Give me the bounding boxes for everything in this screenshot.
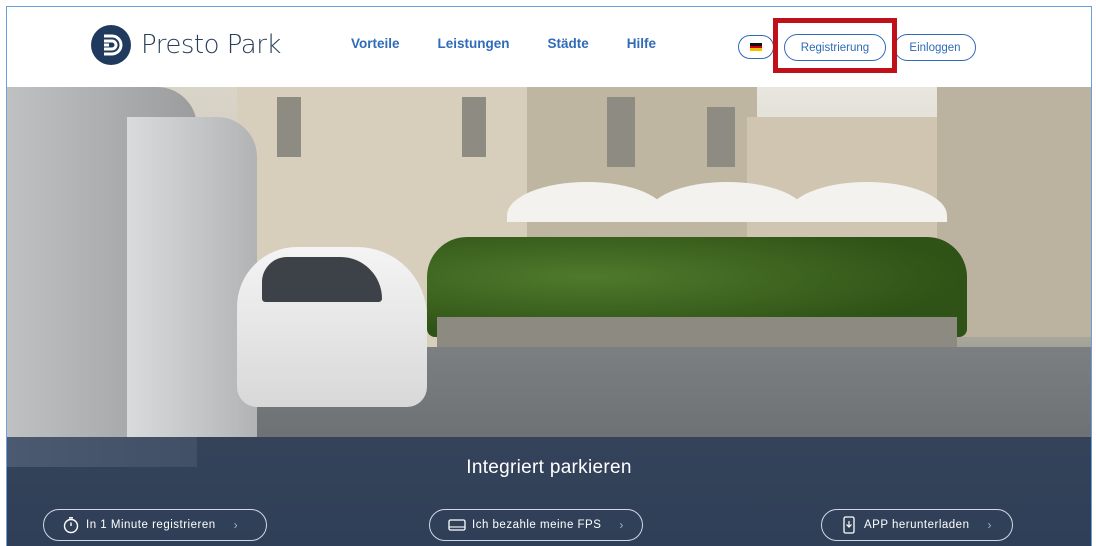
chevron-right-icon: › [233,518,239,532]
browser-viewport: Presto Park Vorteile Leistungen Städte H… [6,6,1092,546]
nav-staedte[interactable]: Städte [548,36,589,51]
building-window [462,97,486,157]
cta-label: In 1 Minute registrieren [86,519,216,531]
nav-hilfe[interactable]: Hilfe [627,36,656,51]
main-nav: Vorteile Leistungen Städte Hilfe [351,36,694,51]
nav-vorteile[interactable]: Vorteile [351,36,400,51]
site-header: Presto Park Vorteile Leistungen Städte H… [7,7,1091,87]
register-button[interactable]: Registrierung [784,34,886,61]
register-cta-button[interactable]: In 1 Minute registrieren › [43,509,267,541]
phone-download-icon [840,516,858,534]
car-windshield [262,257,382,302]
brand-logo[interactable]: Presto Park [91,25,281,65]
hero-cta-band: Integriert parkieren In 1 Minute registr… [7,437,1091,546]
card-icon [448,516,466,534]
hero-section: Integriert parkieren In 1 Minute registr… [7,87,1091,546]
building-window [277,97,301,157]
stopwatch-icon [62,516,80,534]
presto-park-logo-icon [91,25,131,65]
building-window [707,107,735,167]
chevron-right-icon: › [619,518,624,532]
cta-label: APP herunterladen [864,519,970,531]
cta-label: Ich bezahle meine FPS [472,519,602,531]
login-button[interactable]: Einloggen [894,34,976,61]
pay-fps-cta-button[interactable]: Ich bezahle meine FPS › [429,509,643,541]
building-window [607,97,635,167]
brand-name: Presto Park [141,30,281,60]
language-selector[interactable] [738,35,774,59]
hero-title: Integriert parkieren [466,457,632,478]
download-app-cta-button[interactable]: APP herunterladen › [821,509,1013,541]
chevron-right-icon: › [987,518,992,532]
german-flag-icon [750,43,762,52]
nav-leistungen[interactable]: Leistungen [438,36,510,51]
